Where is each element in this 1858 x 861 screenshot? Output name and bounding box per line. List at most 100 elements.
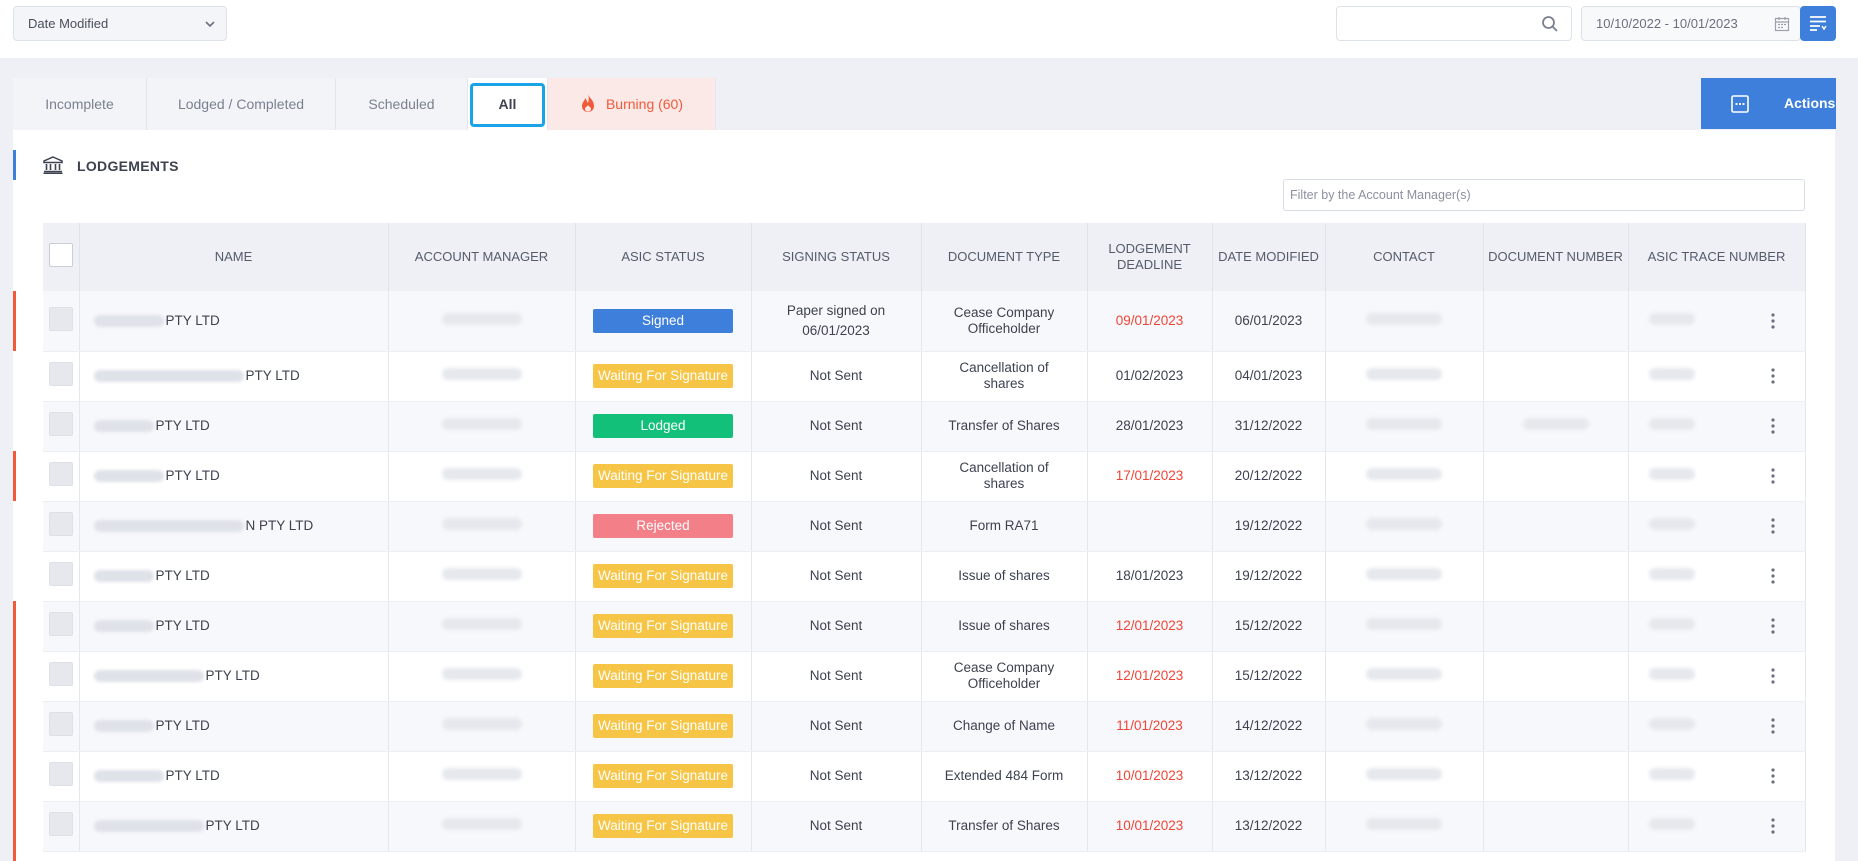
- tab-all[interactable]: All: [468, 78, 548, 130]
- row-checkbox[interactable]: [48, 612, 73, 636]
- row-checkbox[interactable]: [48, 762, 73, 786]
- more-options-icon[interactable]: [1770, 668, 1775, 684]
- account-manager-filter-input[interactable]: Filter by the Account Manager(s): [1283, 179, 1805, 211]
- table-row[interactable]: PTY LTD Signed Paper signed on 06/01/2023 C…: [43, 291, 1806, 352]
- calendar-icon[interactable]: [1774, 16, 1790, 32]
- name-cell[interactable]: PTY LTD: [79, 401, 389, 452]
- document-number-cell: [1483, 401, 1629, 452]
- redacted-account-manager: [441, 818, 522, 830]
- date-modified-text: 19/12/2022: [1234, 518, 1303, 533]
- redacted-account-manager: [441, 518, 522, 530]
- signing-status-cell: Not Sent: [751, 551, 922, 602]
- table-row[interactable]: N PTY LTD Rejected Not Sent Form RA71 19/12/…: [43, 501, 1806, 552]
- document-type-text: Extended 484 Form: [944, 768, 1064, 783]
- tab-burning[interactable]: Burning (60): [548, 78, 716, 130]
- more-options-icon[interactable]: [1770, 818, 1775, 834]
- date-modified-text: 13/12/2022: [1234, 768, 1303, 783]
- signing-status-cell: Not Sent: [751, 601, 922, 652]
- document-number-cell: [1483, 451, 1629, 502]
- more-options-icon[interactable]: [1770, 313, 1775, 329]
- column-header-asic-trace-number[interactable]: ASIC TRACE NUMBER: [1628, 223, 1806, 291]
- table-row[interactable]: PTY LTD Waiting For Signature Not Sent Canc…: [43, 451, 1806, 502]
- more-options-icon[interactable]: [1770, 368, 1775, 384]
- row-checkbox[interactable]: [48, 362, 73, 386]
- asic-trace-number-cell: [1628, 601, 1806, 652]
- account-manager-cell: [388, 501, 576, 552]
- redacted-asic-trace-number: [1648, 768, 1695, 780]
- tab-scheduled[interactable]: Scheduled: [336, 78, 468, 130]
- search-input[interactable]: [1336, 6, 1572, 41]
- name-cell[interactable]: PTY LTD: [79, 451, 389, 502]
- more-options-icon[interactable]: [1770, 468, 1775, 484]
- document-type-cell: Issue of shares: [921, 551, 1088, 602]
- sort-by-select[interactable]: Date Modified: [13, 6, 227, 41]
- row-checkbox[interactable]: [48, 562, 73, 586]
- date-modified-text: 15/12/2022: [1234, 618, 1303, 633]
- section-accent-bar: [13, 150, 16, 180]
- contact-cell: [1325, 501, 1484, 552]
- table-row[interactable]: PTY LTD Waiting For Signature Not Sent Canc…: [43, 351, 1806, 402]
- column-header-contact[interactable]: CONTACT: [1325, 223, 1484, 291]
- row-checkbox[interactable]: [48, 412, 73, 436]
- table-row[interactable]: PTY LTD Waiting For Signature Not Sent Chan…: [43, 701, 1806, 752]
- asic-status-badge: Lodged: [593, 414, 733, 438]
- tab-incomplete[interactable]: Incomplete: [13, 78, 147, 130]
- name-cell[interactable]: PTY LTD: [79, 291, 389, 352]
- column-header-signing-status[interactable]: SIGNING STATUS: [751, 223, 922, 291]
- name-cell[interactable]: PTY LTD: [79, 351, 389, 402]
- row-checkbox[interactable]: [48, 462, 73, 486]
- column-header-account-manager[interactable]: ACCOUNT MANAGER: [388, 223, 576, 291]
- signing-status-cell: Not Sent: [751, 501, 922, 552]
- date-modified-text: 14/12/2022: [1234, 718, 1303, 733]
- table-row[interactable]: PTY LTD Waiting For Signature Not Sent Exte…: [43, 751, 1806, 802]
- table-row[interactable]: PTY LTD Waiting For Signature Not Sent Tran…: [43, 801, 1806, 852]
- tab-lodged-completed[interactable]: Lodged / Completed: [147, 78, 336, 130]
- document-type-cell: Extended 484 Form: [921, 751, 1088, 802]
- date-modified-cell: 19/12/2022: [1212, 501, 1326, 552]
- row-checkbox[interactable]: [48, 662, 73, 686]
- name-cell[interactable]: PTY LTD: [79, 701, 389, 752]
- name-cell[interactable]: PTY LTD: [79, 601, 389, 652]
- redacted-asic-trace-number: [1648, 568, 1695, 580]
- table-row[interactable]: PTY LTD Waiting For Signature Not Sent Issu…: [43, 601, 1806, 652]
- table-row[interactable]: PTY LTD Lodged Not Sent Transfer of Shares 2…: [43, 401, 1806, 452]
- column-header-document-number[interactable]: DOCUMENT NUMBER: [1483, 223, 1629, 291]
- row-checkbox[interactable]: [48, 306, 73, 331]
- more-options-icon[interactable]: [1770, 568, 1775, 584]
- date-range-value: 10/10/2022 - 10/01/2023: [1596, 16, 1738, 31]
- name-cell[interactable]: N PTY LTD: [79, 501, 389, 552]
- name-cell[interactable]: PTY LTD: [79, 751, 389, 802]
- more-options-icon[interactable]: [1770, 768, 1775, 784]
- more-options-icon[interactable]: [1770, 718, 1775, 734]
- more-options-icon[interactable]: [1770, 418, 1775, 434]
- contact-cell: [1325, 801, 1484, 852]
- actions-button[interactable]: Actions: [1701, 78, 1836, 129]
- more-options-icon[interactable]: [1770, 618, 1775, 634]
- document-type-text: Cancellation of shares: [959, 360, 1049, 391]
- more-options-icon[interactable]: [1770, 518, 1775, 534]
- asic-status-cell: Waiting For Signature: [575, 551, 752, 602]
- select-all-checkbox[interactable]: [48, 243, 73, 267]
- name-cell[interactable]: PTY LTD: [79, 551, 389, 602]
- asic-trace-number-cell: [1628, 291, 1806, 352]
- date-range-input[interactable]: 10/10/2022 - 10/01/2023: [1581, 6, 1801, 41]
- column-header-name[interactable]: NAME: [79, 223, 389, 291]
- asic-status-badge: Waiting For Signature: [593, 664, 733, 688]
- filter-list-button[interactable]: [1800, 6, 1836, 41]
- row-checkbox[interactable]: [48, 812, 73, 836]
- asic-trace-number-cell: [1628, 801, 1806, 852]
- column-header-lodgement-deadline[interactable]: LODGEMENT DEADLINE: [1087, 223, 1213, 291]
- column-header-document-type[interactable]: DOCUMENT TYPE: [921, 223, 1088, 291]
- date-modified-text: 19/12/2022: [1234, 568, 1303, 583]
- name-cell[interactable]: PTY LTD: [79, 801, 389, 852]
- name-cell[interactable]: PTY LTD: [79, 651, 389, 702]
- column-header-date-modified[interactable]: DATE MODIFIED: [1212, 223, 1326, 291]
- row-checkbox[interactable]: [48, 512, 73, 536]
- table-row[interactable]: PTY LTD Waiting For Signature Not Sent Issu…: [43, 551, 1806, 602]
- column-header-asic-status[interactable]: ASIC STATUS: [575, 223, 752, 291]
- contact-cell: [1325, 751, 1484, 802]
- search-icon[interactable]: [1541, 15, 1559, 33]
- asic-status-badge: Waiting For Signature: [593, 614, 733, 638]
- table-row[interactable]: PTY LTD Waiting For Signature Not Sent Ceas…: [43, 651, 1806, 702]
- row-checkbox[interactable]: [48, 712, 73, 736]
